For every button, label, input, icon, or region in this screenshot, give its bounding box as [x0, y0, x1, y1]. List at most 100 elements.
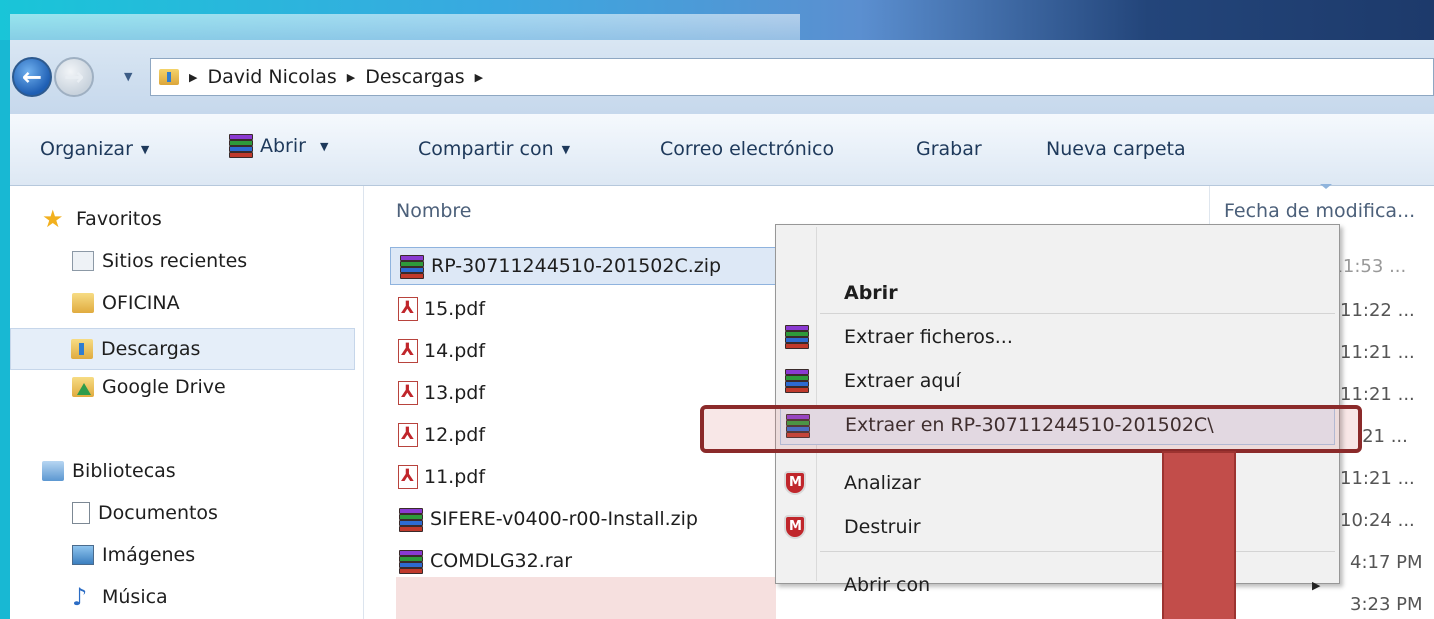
- menu-item-open-with[interactable]: Abrir con ▶: [776, 565, 1339, 605]
- forward-button[interactable]: →: [54, 57, 94, 97]
- file-row[interactable]: 13.pdf: [390, 374, 485, 412]
- nav-libraries[interactable]: Bibliotecas: [42, 460, 176, 482]
- winrar-archive-icon: [399, 255, 425, 279]
- column-header-date[interactable]: Fecha de modifica...: [1224, 200, 1415, 222]
- downloads-folder-icon: [159, 69, 179, 85]
- breadcrumb-item-user[interactable]: David Nicolas: [207, 66, 336, 88]
- recent-places-icon: [72, 251, 94, 271]
- menu-separator: [820, 313, 1335, 314]
- column-header-name[interactable]: Nombre: [396, 200, 472, 222]
- google-drive-icon: [72, 377, 94, 397]
- share-label: Compartir con: [418, 138, 554, 160]
- file-name: 12.pdf: [424, 424, 486, 446]
- file-name: 11.pdf: [424, 466, 486, 488]
- highlight-annotation: [700, 405, 1362, 453]
- nav-documents[interactable]: Documentos: [72, 502, 218, 524]
- menu-separator: [820, 551, 1335, 552]
- file-row[interactable]: 12.pdf: [390, 416, 485, 454]
- redacted-file-row: [396, 577, 776, 619]
- star-icon: ★: [42, 205, 64, 233]
- window-title-glass: [10, 14, 800, 40]
- nav-label: Documentos: [98, 502, 218, 524]
- navigation-pane: ★ Favoritos Sitios recientes OFICINA Desc…: [10, 186, 364, 619]
- winrar-icon: [784, 369, 810, 393]
- libraries-icon: [42, 461, 64, 481]
- breadcrumb-item-downloads[interactable]: Descargas: [365, 66, 464, 88]
- nav-label: Sitios recientes: [102, 250, 248, 272]
- back-arrow-icon: ←: [21, 63, 43, 91]
- file-date: 11:21 ...: [1340, 468, 1415, 489]
- context-menu: Abrir Extraer ficheros... Extraer aquí E…: [775, 224, 1340, 596]
- share-button[interactable]: Compartir con ▼: [418, 138, 570, 160]
- document-icon: [72, 502, 90, 524]
- pictures-icon: [72, 545, 94, 565]
- nav-oficina[interactable]: OFICINA: [72, 292, 180, 314]
- chevron-down-icon: ▼: [319, 139, 329, 153]
- submenu-arrow-icon: ▶: [1312, 578, 1321, 592]
- file-date: 4:17 PM: [1350, 552, 1423, 573]
- column-divider[interactable]: [1209, 186, 1210, 228]
- file-name: SIFERE-v0400-r00-Install.zip: [430, 508, 698, 530]
- pdf-file-icon: [398, 423, 418, 447]
- nav-label: Google Drive: [102, 376, 226, 398]
- menu-item-extract-files[interactable]: Extraer ficheros...: [776, 317, 1339, 357]
- menu-label: Analizar: [844, 472, 921, 494]
- file-name: 15.pdf: [424, 298, 486, 320]
- back-button[interactable]: ←: [12, 57, 52, 97]
- open-button[interactable]: Abrir ▼: [228, 134, 328, 158]
- nav-label: Música: [102, 586, 168, 608]
- new-folder-button[interactable]: Nueva carpeta: [1046, 138, 1186, 160]
- file-date: :21 ...: [1356, 426, 1408, 447]
- menu-item-shred[interactable]: Destruir: [776, 507, 1339, 547]
- menu-label: Abrir: [844, 282, 898, 304]
- sort-arrow-icon: [1320, 184, 1332, 189]
- open-label: Abrir: [260, 135, 306, 157]
- menu-item-open[interactable]: Abrir: [776, 273, 1339, 313]
- pdf-file-icon: [398, 465, 418, 489]
- pdf-file-icon: [398, 339, 418, 363]
- nav-downloads[interactable]: Descargas: [10, 328, 355, 370]
- nav-recent-places[interactable]: Sitios recientes: [72, 250, 247, 272]
- address-box[interactable]: ▶ David Nicolas ▶ Descargas ▶: [150, 58, 1434, 96]
- organize-label: Organizar: [40, 138, 133, 160]
- burn-label: Grabar: [916, 138, 982, 160]
- file-row[interactable]: 11.pdf: [390, 458, 485, 496]
- nav-music[interactable]: ♪ Música: [72, 583, 168, 611]
- chevron-down-icon: ▼: [140, 142, 150, 156]
- nav-label: Favoritos: [76, 208, 162, 230]
- nav-label: Bibliotecas: [72, 460, 176, 482]
- downloads-folder-icon: [71, 339, 93, 359]
- desktop-left-edge: [0, 40, 10, 619]
- burn-button[interactable]: Grabar: [916, 138, 982, 160]
- file-row[interactable]: COMDLG32.rar: [390, 542, 572, 580]
- pdf-file-icon: [398, 297, 418, 321]
- winrar-archive-icon: [398, 508, 424, 532]
- file-date: 11:21 ...: [1340, 384, 1415, 405]
- nav-label: OFICINA: [102, 292, 180, 314]
- file-date: 11:21 ...: [1340, 342, 1415, 363]
- nav-images[interactable]: Imágenes: [72, 544, 195, 566]
- file-row[interactable]: SIFERE-v0400-r00-Install.zip: [390, 500, 698, 538]
- folder-icon: [72, 293, 94, 313]
- menu-item-scan[interactable]: Analizar: [776, 463, 1339, 503]
- desktop-top-band: [0, 0, 1434, 40]
- file-date: 3:23 PM: [1350, 594, 1423, 615]
- recent-pages-dropdown-icon[interactable]: ▼: [124, 70, 132, 83]
- file-row[interactable]: 15.pdf: [390, 290, 485, 328]
- command-bar: Organizar ▼ Abrir ▼ Compartir con ▼ Correo …: [10, 114, 1434, 186]
- file-row[interactable]: 14.pdf: [390, 332, 485, 370]
- breadcrumb-chevron-icon[interactable]: ▶: [475, 71, 483, 84]
- nav-favorites[interactable]: ★ Favoritos: [42, 205, 162, 233]
- winrar-icon: [228, 134, 254, 158]
- breadcrumb-chevron-icon[interactable]: ▶: [189, 71, 197, 84]
- mcafee-shield-icon: [784, 471, 806, 495]
- menu-label: Abrir con: [844, 574, 931, 596]
- organize-button[interactable]: Organizar ▼: [40, 138, 149, 160]
- music-note-icon: ♪: [72, 583, 88, 611]
- menu-item-extract-here[interactable]: Extraer aquí: [776, 361, 1339, 401]
- nav-label: Descargas: [101, 338, 201, 360]
- winrar-archive-icon: [398, 550, 424, 574]
- breadcrumb-chevron-icon[interactable]: ▶: [347, 71, 355, 84]
- nav-google-drive[interactable]: Google Drive: [72, 376, 226, 398]
- email-button[interactable]: Correo electrónico: [660, 138, 834, 160]
